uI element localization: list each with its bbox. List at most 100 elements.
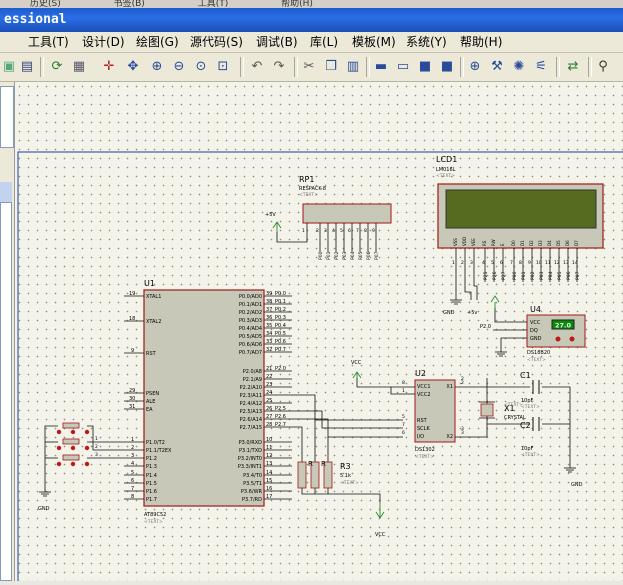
u1-net-label: P2.7 [275, 422, 286, 428]
decompose-icon[interactable]: ⚟ [532, 58, 550, 76]
copy-icon[interactable]: ❐ [322, 58, 340, 76]
u2-pin-num: 1 [402, 388, 405, 394]
lcd1-text: <TEXT> [436, 173, 455, 179]
block-move-icon[interactable]: ▭ [394, 58, 412, 76]
search-icon[interactable]: ⚲ [594, 58, 612, 76]
u1-pin-label: P1.2 [146, 456, 157, 462]
u2-text: <TEXT> [415, 454, 434, 460]
button-gnd-label: GND [38, 506, 50, 512]
c2-component[interactable]: C2 10pF <TEXT> [520, 417, 540, 458]
u2-component[interactable]: U2 DS1302 <TEXT> VCC1 VCC2 RST SCLK I/O … [402, 369, 464, 460]
rp1-component[interactable]: RP1 RESPACK-8 <TEXT> 1 2 3 4 5 6 7 8 9 P… [265, 175, 392, 260]
cut-icon[interactable]: ✂ [300, 58, 318, 76]
lcd-net-label: P05 [557, 271, 563, 280]
rp1-pin-num: 7 [356, 228, 359, 234]
zoom-all-icon[interactable]: ⊙ [192, 58, 210, 76]
overview-window[interactable] [0, 86, 14, 148]
u1-pin-label: P3.5/T1 [243, 481, 262, 487]
device-list-header[interactable] [0, 182, 12, 202]
menu-tools[interactable]: 工具(T) [198, 0, 229, 8]
x1-body [480, 403, 494, 417]
u4-button[interactable] [555, 336, 561, 342]
u4-component[interactable]: U4 27.0 VCC DQ GND DS18B20 <TEXT> [526, 305, 586, 363]
menu-help-item[interactable]: 帮助(H) [460, 32, 502, 52]
u4-button[interactable] [569, 336, 575, 342]
make-device-icon[interactable]: ⚒ [488, 58, 506, 76]
u1-pin-label: P3.3/INT1 [238, 464, 262, 470]
rp1-net-label: P05 [358, 251, 364, 260]
block-rotate-icon[interactable]: ■ [416, 58, 434, 76]
pick-device-icon[interactable]: ⊕ [466, 58, 484, 76]
rp1-pin-num: 1 [302, 228, 305, 234]
menu-system[interactable]: 系统(Y) [406, 32, 447, 52]
pan-icon[interactable]: ✥ [124, 58, 142, 76]
zoom-in-icon[interactable]: ⊕ [148, 58, 166, 76]
zoom-out-icon[interactable]: ⊖ [170, 58, 188, 76]
refresh-icon[interactable]: ⟳ [48, 58, 66, 76]
rp1-net-label: P03 [342, 251, 348, 260]
wire-autoroute-icon[interactable]: ⇄ [564, 58, 582, 76]
menu-help[interactable]: 帮助(H) [281, 0, 313, 8]
lcd-pin-label: RS [482, 240, 487, 246]
undo-icon[interactable]: ↶ [248, 58, 266, 76]
u1-text: <TEXT> [144, 519, 163, 525]
menu-template[interactable]: 模板(M) [352, 32, 396, 52]
c2-value: 10pF [521, 446, 534, 452]
toolbar-separator [460, 57, 464, 77]
u1-pin-num: 33 [266, 339, 272, 345]
lcd-pin-num: 9 [528, 260, 531, 266]
u1-pin-num: 6 [131, 478, 134, 484]
print-icon[interactable]: ▣ [0, 58, 18, 76]
package-tool-icon[interactable]: ✺ [510, 58, 528, 76]
redo-icon[interactable]: ↷ [270, 58, 288, 76]
r3-component[interactable]: R R R3 5.1k <TEXT> [297, 460, 359, 489]
menu-tools-item[interactable]: 工具(T) [28, 32, 69, 52]
toolbar-separator [556, 57, 560, 77]
u2-part: DS1302 [415, 447, 435, 453]
u1-pin-label: P2.6/A14 [240, 417, 262, 423]
c1-component[interactable]: C1 10pF <TEXT> [520, 371, 540, 410]
menu-debug[interactable]: 调试(B) [256, 32, 298, 52]
u1-pin-num: 26 [266, 406, 272, 412]
lcd-pin-num: 6 [500, 260, 503, 266]
lcd1-component[interactable]: LCD1 LM016L <TEXT> VSS VDD VEE RS RW E D… [436, 155, 604, 258]
u1-net-label: P0.6 [275, 339, 286, 345]
u4-dq-net: P2.0 [480, 324, 491, 330]
u1-pin-label: P3.6/WR [241, 489, 263, 495]
area-icon[interactable]: ▤ [18, 58, 36, 76]
r3-value: 5.1k [340, 473, 351, 479]
block-delete-icon[interactable]: ■ [438, 58, 456, 76]
grid-icon[interactable]: ▦ [70, 58, 88, 76]
u1-pin-label: ALE [146, 399, 155, 405]
toolbar-separator [40, 57, 44, 77]
u2-vcc-terminal [352, 371, 362, 379]
rp1-net-label: P02 [334, 251, 340, 260]
u1-pin-label: P1.6 [146, 489, 157, 495]
u1-component[interactable]: U1 AT89C52 <TEXT> XTAL1 XTAL2 RST PSEN A… [124, 279, 292, 525]
u1-pin-label: P0.2/AD2 [239, 310, 262, 316]
menu-source[interactable]: 源代码(S) [190, 32, 243, 52]
lcd-pin-num: 2 [461, 260, 464, 266]
device-list[interactable] [0, 202, 12, 581]
schematic-canvas[interactable]: LCD1 LM016L <TEXT> VSS VDD VEE RS RW E D… [15, 82, 623, 583]
p1-buttons[interactable]: 1 2 3 GND [38, 422, 124, 512]
menu-graph[interactable]: 绘图(G) [136, 32, 179, 52]
menu-library[interactable]: 库(L) [310, 32, 338, 52]
u4-pin-label: VCC [530, 320, 541, 326]
paste-icon[interactable]: ▥ [344, 58, 362, 76]
x1-component[interactable]: X1 CRYSTAL <TEXT> [479, 401, 526, 421]
u1-pin-label: P3.1/TXD [239, 448, 262, 454]
menu-design[interactable]: 设计(D) [82, 32, 125, 52]
menu-bookmarks[interactable]: 书签(B) [114, 0, 145, 8]
window-title: essional [0, 8, 623, 32]
block-copy-icon[interactable]: ▬ [372, 58, 390, 76]
u1-pin-num: 37 [266, 307, 272, 313]
u2-pin-num: 5 [402, 414, 405, 420]
zoom-area-icon[interactable]: ⊡ [214, 58, 232, 76]
u2-pin-label: RST [417, 418, 428, 424]
cap-num: 2 [461, 376, 464, 382]
lcd1-pin-stubs [455, 248, 578, 258]
menu-history[interactable]: 历史(S) [30, 0, 61, 8]
origin-icon[interactable]: ✛ [100, 58, 118, 76]
u2-vcc-label: VCC [351, 360, 362, 366]
